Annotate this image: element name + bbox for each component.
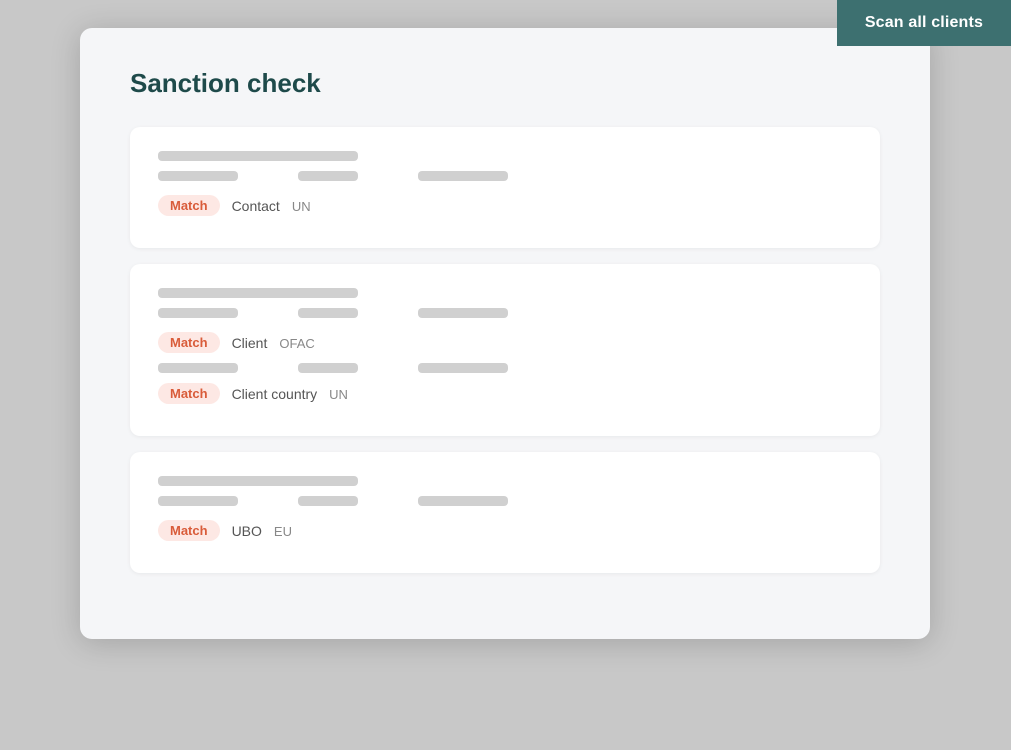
card-1-sub-1 <box>158 171 238 181</box>
result-card-1: Match Contact UN <box>130 127 880 248</box>
card-3-match-row-1: Match UBO EU <box>158 520 852 541</box>
progress-label-2-1: OFAC <box>279 336 317 351</box>
result-card-3: Match UBO EU <box>130 452 880 573</box>
card-2-match-row-2: Match Client country UN <box>158 383 852 404</box>
card-3-header <box>158 476 852 486</box>
card-2-extra-sub <box>158 363 852 373</box>
card-2-header <box>158 288 852 298</box>
card-1-sub <box>158 171 852 181</box>
match-type-1-1: Contact <box>232 198 280 214</box>
card-1-sub-3 <box>418 171 508 181</box>
match-badge-1-1: Match <box>158 195 220 216</box>
match-badge-2-1: Match <box>158 332 220 353</box>
card-3-sub-2 <box>298 496 358 506</box>
card-2-sub-2 <box>298 308 358 318</box>
match-type-2-2: Client country <box>232 386 318 402</box>
card-3-sub-3 <box>418 496 508 506</box>
card-1-sub-2 <box>298 171 358 181</box>
progress-row-3-1: EU <box>274 524 322 539</box>
page-title: Sanction check <box>130 68 880 99</box>
main-card: Sanction check Match Contact UN <box>80 28 930 639</box>
progress-row-2-1: OFAC <box>279 336 327 351</box>
progress-label-3-1: EU <box>274 524 312 539</box>
card-2-sub-1 <box>158 308 238 318</box>
card-3-sub-1 <box>158 496 238 506</box>
progress-label-1-1: UN <box>292 199 330 214</box>
card-1-header <box>158 151 852 161</box>
progress-row-1-1: UN <box>292 199 340 214</box>
card-3-sub <box>158 496 852 506</box>
card-2-match-row-1: Match Client OFAC <box>158 332 852 353</box>
top-bar: Scan all clients <box>837 0 1011 46</box>
card-1-title-skeleton <box>158 151 358 161</box>
card-3-title-skeleton <box>158 476 358 486</box>
progress-row-2-2: UN <box>329 387 377 402</box>
progress-label-2-2: UN <box>329 387 367 402</box>
card-2-extra-2 <box>298 363 358 373</box>
result-card-2: Match Client OFAC Match Client country U… <box>130 264 880 436</box>
card-2-sub <box>158 308 852 318</box>
match-type-3-1: UBO <box>232 523 262 539</box>
card-2-extra-1 <box>158 363 238 373</box>
card-1-match-row-1: Match Contact UN <box>158 195 852 216</box>
card-2-sub-3 <box>418 308 508 318</box>
card-2-extra-3 <box>418 363 508 373</box>
match-type-2-1: Client <box>232 335 268 351</box>
scan-all-button[interactable]: Scan all clients <box>865 14 983 32</box>
match-badge-2-2: Match <box>158 383 220 404</box>
card-2-title-skeleton <box>158 288 358 298</box>
match-badge-3-1: Match <box>158 520 220 541</box>
